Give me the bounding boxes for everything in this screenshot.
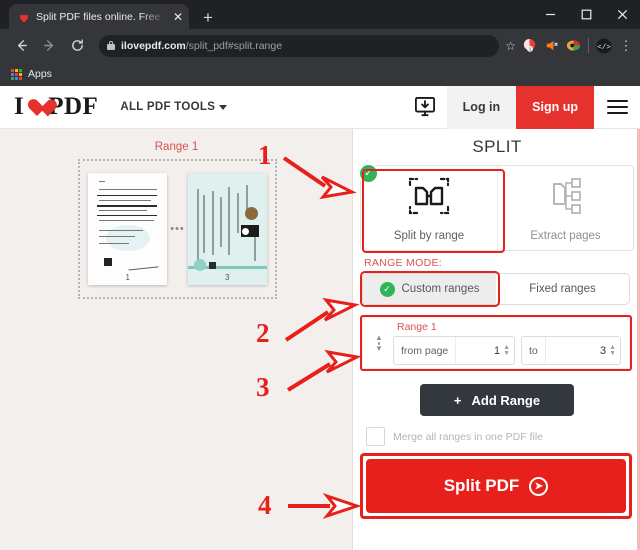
to-page-label: to (529, 344, 538, 357)
address-bar[interactable]: ilovepdf.com/split_pdf#split.range (99, 34, 500, 57)
split-pdf-button[interactable]: Split PDF ➤ (366, 459, 626, 513)
desktop-download-icon[interactable] (403, 86, 447, 129)
browser-tab[interactable]: Split PDF files online. Free service ✕ (9, 4, 189, 29)
toolbar-divider (588, 38, 589, 53)
split-options-panel: SPLIT ✓ Split by range Extract pages RAN… (354, 129, 640, 550)
url-host: ilovepdf.com (121, 39, 186, 52)
apps-grid-icon[interactable] (11, 68, 22, 80)
from-page-stepper[interactable]: ▲ ▼ (503, 344, 514, 357)
browser-titlebar: Split PDF files online. Free service ✕ + (0, 0, 640, 29)
heart-logo-icon (26, 98, 47, 117)
tab-close-icon[interactable]: ✕ (171, 11, 183, 23)
forward-button[interactable] (35, 32, 63, 60)
speaker-extension-icon[interactable] (544, 38, 559, 53)
chevron-down-icon (219, 104, 228, 110)
browser-window: Split PDF files online. Free service ✕ + (0, 0, 640, 550)
tab-strip: Split PDF files online. Free service ✕ + (9, 4, 213, 29)
bookmarks-bar: Apps (0, 62, 640, 86)
to-page-field[interactable]: to 3 ▲ ▼ (521, 336, 621, 365)
to-page-stepper[interactable]: ▲ ▼ (609, 344, 620, 357)
new-tab-button[interactable]: + (203, 9, 213, 26)
bookmark-apps-label[interactable]: Apps (28, 68, 52, 80)
page-thumbnail-1[interactable]: 1 (88, 173, 168, 285)
add-range-label: Add Range (471, 392, 541, 408)
window-minimize-button[interactable] (532, 0, 568, 29)
logo-text-pre: I (14, 93, 25, 120)
range-1-title: Range 1 (397, 321, 437, 333)
range-1-inputs: Range 1 ▲ ▼ from page 1 ▲ ▼ to 3 ▲ ▼ (362, 317, 630, 369)
site-header: I PDF ALL PDF TOOLS Log in Sign up (0, 86, 640, 129)
range-mode-label: RANGE MODE: (364, 257, 442, 269)
from-page-label: from page (401, 344, 449, 357)
custom-ranges-label: Custom ranges (401, 283, 480, 295)
pdf-preview-pane: Range 1 1 ••• 3 (0, 129, 353, 550)
fixed-ranges-label: Fixed ranges (529, 283, 596, 295)
document-artwork-2 (187, 173, 267, 285)
hamburger-menu-icon[interactable] (594, 86, 640, 129)
browser-menu-button[interactable]: ⋮ (618, 38, 634, 54)
heart-favicon (18, 11, 30, 23)
fixed-ranges-option[interactable]: Fixed ranges (496, 274, 629, 304)
signup-button[interactable]: Sign up (516, 86, 594, 129)
bookmark-star-icon[interactable]: ☆ (505, 39, 516, 53)
split-pdf-label: Split PDF (443, 476, 520, 495)
split-by-range-card[interactable]: ✓ Split by range (360, 165, 497, 250)
svg-text:</>: </> (597, 44, 611, 52)
window-controls (532, 0, 640, 29)
merge-ranges-label: Merge all ranges in one PDF file (393, 430, 543, 443)
preview-range-caption: Range 1 (154, 141, 199, 153)
reload-button[interactable] (63, 32, 91, 60)
all-pdf-tools-menu[interactable]: ALL PDF TOOLS (120, 101, 228, 113)
back-button[interactable] (7, 32, 35, 60)
merge-ranges-row[interactable]: Merge all ranges in one PDF file (366, 427, 543, 446)
to-page-value[interactable]: 3 (546, 345, 609, 357)
plus-icon: + (453, 392, 462, 408)
range-mode-toggle: ✓ Custom ranges Fixed ranges (362, 273, 630, 305)
extract-pages-icon (543, 175, 589, 222)
thumbnail-ellipsis: ••• (170, 222, 185, 235)
range-drag-handle[interactable]: ▲ ▼ (372, 334, 386, 353)
tab-title: Split PDF files online. Free service (36, 10, 165, 23)
page-thumbnail-3[interactable]: 3 (187, 173, 267, 285)
custom-ranges-check-icon: ✓ (379, 281, 395, 297)
custom-ranges-option[interactable]: ✓ Custom ranges (363, 274, 496, 304)
url-text: ilovepdf.com/split_pdf#split.range (121, 40, 282, 52)
from-page-field[interactable]: from page 1 ▲ ▼ (393, 336, 515, 365)
page-number-label: 3 (225, 273, 230, 282)
header-actions: Log in Sign up (403, 86, 640, 129)
pocket-extension-icon[interactable]: 1 (522, 38, 537, 53)
ilovepdf-logo[interactable]: I PDF (14, 93, 98, 121)
url-path: /split_pdf#split.range (185, 39, 283, 52)
extract-pages-card[interactable]: Extract pages (497, 166, 633, 250)
split-by-range-label: Split by range (393, 229, 465, 242)
window-maximize-button[interactable] (568, 0, 604, 29)
split-by-range-icon (406, 175, 452, 222)
merge-ranges-checkbox[interactable] (366, 427, 385, 446)
range-1-thumbnail-group[interactable]: 1 ••• 3 (78, 159, 277, 299)
devtools-extension-icon[interactable]: </> (596, 38, 612, 54)
extract-pages-label: Extract pages (530, 229, 601, 242)
extensions-tray: 1 </> ⋮ (522, 38, 640, 54)
add-range-button[interactable]: + Add Range (420, 384, 574, 416)
page-number-label: 1 (125, 273, 130, 282)
document-artwork-1 (88, 173, 168, 285)
arrow-right-icon: ➤ (529, 476, 549, 496)
login-button[interactable]: Log in (446, 86, 517, 129)
browser-navbar: ilovepdf.com/split_pdf#split.range ☆ 1 <… (0, 29, 640, 62)
page-body: Range 1 1 ••• 3 SPLIT ✓ Split by range E… (0, 129, 640, 550)
from-page-value[interactable]: 1 (456, 345, 503, 357)
lock-icon (107, 41, 115, 50)
panel-title: SPLIT (472, 137, 522, 156)
all-pdf-tools-label: ALL PDF TOOLS (120, 101, 216, 113)
selected-check-icon: ✓ (360, 165, 377, 182)
split-mode-cards: ✓ Split by range Extract pages (360, 165, 634, 251)
window-close-button[interactable] (604, 0, 640, 29)
page-viewport: I PDF ALL PDF TOOLS Log in Sign up Range… (0, 86, 640, 550)
palette-extension-icon[interactable] (566, 38, 581, 53)
screenshot-root: Split PDF files online. Free service ✕ + (0, 0, 640, 550)
